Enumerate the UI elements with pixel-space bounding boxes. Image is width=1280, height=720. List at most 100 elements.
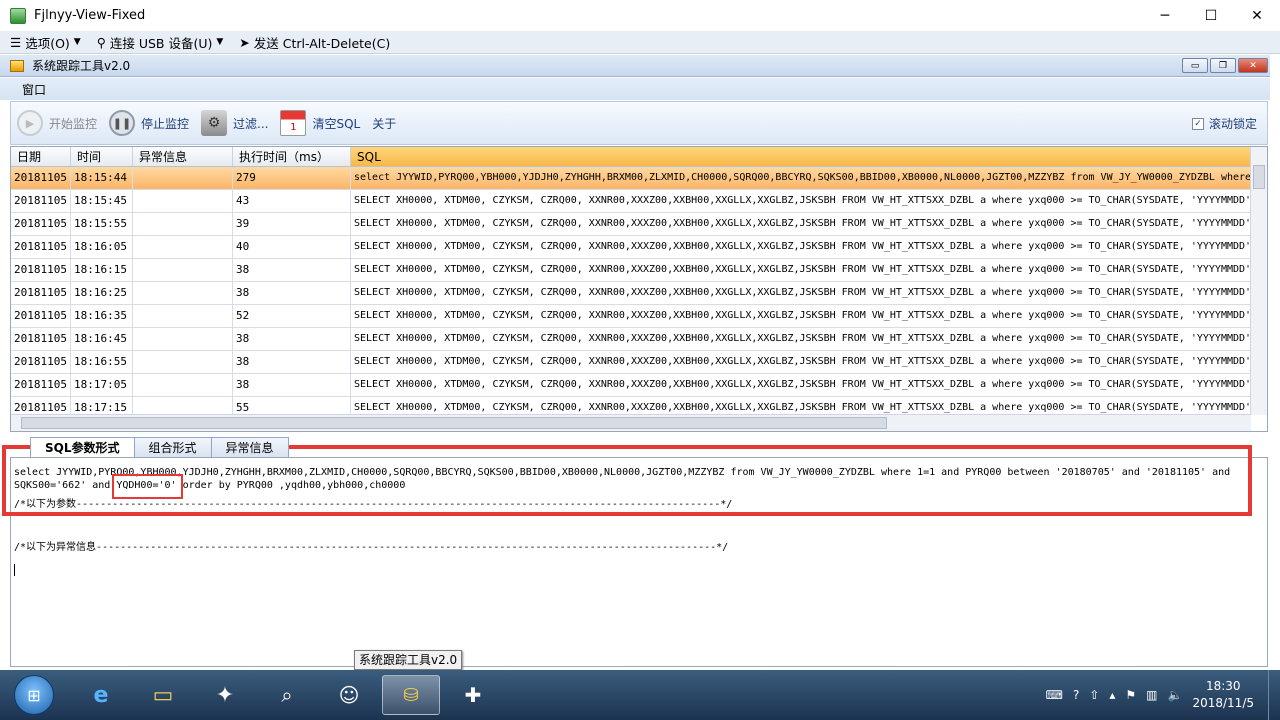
horizontal-scrollbar[interactable] (11, 414, 1251, 431)
table-cell: 38 (233, 374, 351, 396)
stop-monitor-button[interactable]: ❚❚ 停止监控 (109, 110, 189, 136)
tray-expand-icon[interactable]: ⇧ (1089, 688, 1099, 702)
hamburger-icon: ☰ (10, 34, 22, 50)
table-cell (133, 190, 233, 212)
table-cell: 279 (233, 167, 351, 189)
show-desktop-button[interactable] (1268, 670, 1280, 720)
nurse-icon: ✚ (464, 683, 482, 707)
ie-taskbar-button[interactable]: e (72, 675, 130, 715)
table-cell: SELECT XH0000, XTDM00, CZYKSM, CZRQ00, X… (351, 259, 1251, 281)
table-row[interactable]: 20181105 18:17:05 38 SELECT XH0000, XTDM00,… (11, 374, 1251, 397)
clear-sql-button[interactable]: 1 清空SQL (280, 110, 360, 136)
highlight-box-yqdh (112, 474, 183, 499)
header-time[interactable]: 时间 (71, 147, 133, 166)
minimize-button[interactable]: ─ (1142, 0, 1188, 31)
table-cell: 38 (233, 351, 351, 373)
table-cell: 18:16:55 (71, 351, 133, 373)
start-monitor-button[interactable]: ▶ 开始监控 (17, 110, 97, 136)
table-cell: 18:16:45 (71, 328, 133, 350)
chevron-up-icon[interactable]: ▴ (1109, 688, 1115, 702)
about-button[interactable]: 关于 (372, 115, 396, 132)
tab-sql-params[interactable]: SQL参数形式 (30, 437, 135, 457)
header-exec-time[interactable]: 执行时间（ms） (233, 147, 351, 166)
volume-icon[interactable]: 🔈 (1168, 688, 1183, 702)
inner-menubar: 窗口 (0, 78, 1270, 100)
tab-exception[interactable]: 异常信息 (210, 437, 289, 457)
header-sql[interactable]: SQL (351, 147, 1251, 166)
table-cell: 20181105 (11, 236, 71, 258)
inner-minimize-button[interactable]: ▭ (1182, 58, 1208, 73)
keyboard-icon[interactable]: ⌨ (1046, 688, 1063, 702)
table-cell: SELECT XH0000, XTDM00, CZYKSM, CZRQ00, X… (351, 328, 1251, 350)
trace-tool-taskbar-button[interactable]: ⛁ (382, 675, 440, 715)
clock[interactable]: 18:30 2018/11/5 (1192, 678, 1254, 712)
table-cell: 18:16:15 (71, 259, 133, 281)
table-cell (133, 213, 233, 235)
compass-icon: ✦ (215, 682, 235, 708)
nurse-taskbar-button[interactable]: ✚ (444, 675, 502, 715)
clock-date: 2018/11/5 (1192, 696, 1254, 710)
maximize-button[interactable]: ☐ (1188, 0, 1234, 31)
vertical-scrollbar[interactable] (1250, 147, 1267, 415)
filter-label: 过滤... (233, 116, 269, 131)
table-row[interactable]: 20181105 18:16:35 52 SELECT XH0000, XTDM00,… (11, 305, 1251, 328)
table-cell: 38 (233, 328, 351, 350)
table-cell: 38 (233, 259, 351, 281)
table-row[interactable]: 20181105 18:15:45 43 SELECT XH0000, XTDM00,… (11, 190, 1251, 213)
flag-icon[interactable]: ⚑ (1125, 688, 1136, 702)
table-cell: 20181105 (11, 190, 71, 212)
detail-tabs: SQL参数形式 组合形式 异常信息 (30, 437, 289, 457)
header-exception[interactable]: 异常信息 (133, 147, 233, 166)
table-row[interactable]: 20181105 18:15:44 279 select JYYWID,PYRQ00,… (11, 167, 1251, 190)
filter-button[interactable]: ⚙ 过滤... (201, 110, 268, 136)
close-button[interactable]: ✕ (1234, 0, 1280, 31)
table-cell: 20181105 (11, 305, 71, 327)
table-cell (133, 236, 233, 258)
table-cell (133, 167, 233, 189)
explorer-taskbar-button[interactable]: ▭ (134, 675, 192, 715)
help-icon[interactable]: ? (1073, 688, 1079, 702)
grid-rows: 20181105 18:15:44 279 select JYYWID,PYRQ00,… (11, 167, 1251, 420)
send-label: 发送 Ctrl-Alt-Delete(C) (253, 35, 391, 51)
options-label: 选项(O) (25, 35, 70, 51)
checkmark-icon: ✓ (1191, 117, 1204, 130)
scroll-thumb[interactable] (21, 417, 887, 429)
table-cell: 18:16:05 (71, 236, 133, 258)
calendar-icon: 1 (280, 110, 307, 136)
table-row[interactable]: 20181105 18:16:45 38 SELECT XH0000, XTDM00,… (11, 328, 1251, 351)
usb-icon: ⚲ (96, 34, 106, 50)
taskbar-tooltip: 系统跟踪工具v2.0 (354, 650, 463, 670)
sql-trace-grid: 日期 时间 异常信息 执行时间（ms） SQL 20181105 18:15:44… (10, 146, 1268, 432)
inner-window-title: 系统跟踪工具v2.0 (32, 59, 131, 73)
inner-close-button[interactable]: ✕ (1238, 58, 1268, 73)
table-cell: 52 (233, 305, 351, 327)
header-date[interactable]: 日期 (11, 147, 71, 166)
table-row[interactable]: 20181105 18:16:05 40 SELECT XH0000, XTDM00,… (11, 236, 1251, 259)
table-cell: 39 (233, 213, 351, 235)
table-row[interactable]: 20181105 18:16:25 38 SELECT XH0000, XTDM00,… (11, 282, 1251, 305)
tab-combined[interactable]: 组合形式 (133, 437, 212, 457)
table-cell: 18:16:35 (71, 305, 133, 327)
table-cell: 18:15:45 (71, 190, 133, 212)
start-button[interactable]: ⊞ (14, 675, 54, 715)
menu-window[interactable]: 窗口 (22, 81, 46, 98)
usb-menu[interactable]: ⚲ 连接 USB 设备(U) ▼ (97, 33, 224, 52)
clock-time: 18:30 (1205, 679, 1241, 693)
window-title: Fjlnyy-View-Fixed (34, 8, 146, 23)
table-row[interactable]: 20181105 18:16:15 38 SELECT XH0000, XTDM00,… (11, 259, 1251, 282)
inner-restore-button[interactable]: ❐ (1210, 58, 1236, 73)
options-menu[interactable]: ☰ 选项(O) ▼ (10, 33, 81, 52)
doctor-taskbar-button[interactable]: ☺ (320, 675, 378, 715)
sql-search-taskbar-button[interactable]: ⌕ (258, 675, 316, 715)
table-cell: SELECT XH0000, XTDM00, CZYKSM, CZRQ00, X… (351, 305, 1251, 327)
windows-logo-icon: ⊞ (27, 685, 41, 705)
table-row[interactable]: 20181105 18:16:55 38 SELECT XH0000, XTDM00,… (11, 351, 1251, 374)
compass-taskbar-button[interactable]: ✦ (196, 675, 254, 715)
send-cad-menu[interactable]: ➤ 发送 Ctrl-Alt-Delete(C) (239, 33, 390, 52)
network-icon[interactable]: ▥ (1146, 688, 1157, 702)
table-cell: 20181105 (11, 351, 71, 373)
scroll-lock-checkbox[interactable]: ✓ 滚动锁定 (1191, 115, 1257, 132)
table-row[interactable]: 20181105 18:15:55 39 SELECT XH0000, XTDM00,… (11, 213, 1251, 236)
grid-header: 日期 时间 异常信息 执行时间（ms） SQL (11, 147, 1251, 167)
scroll-thumb[interactable] (1253, 165, 1265, 189)
